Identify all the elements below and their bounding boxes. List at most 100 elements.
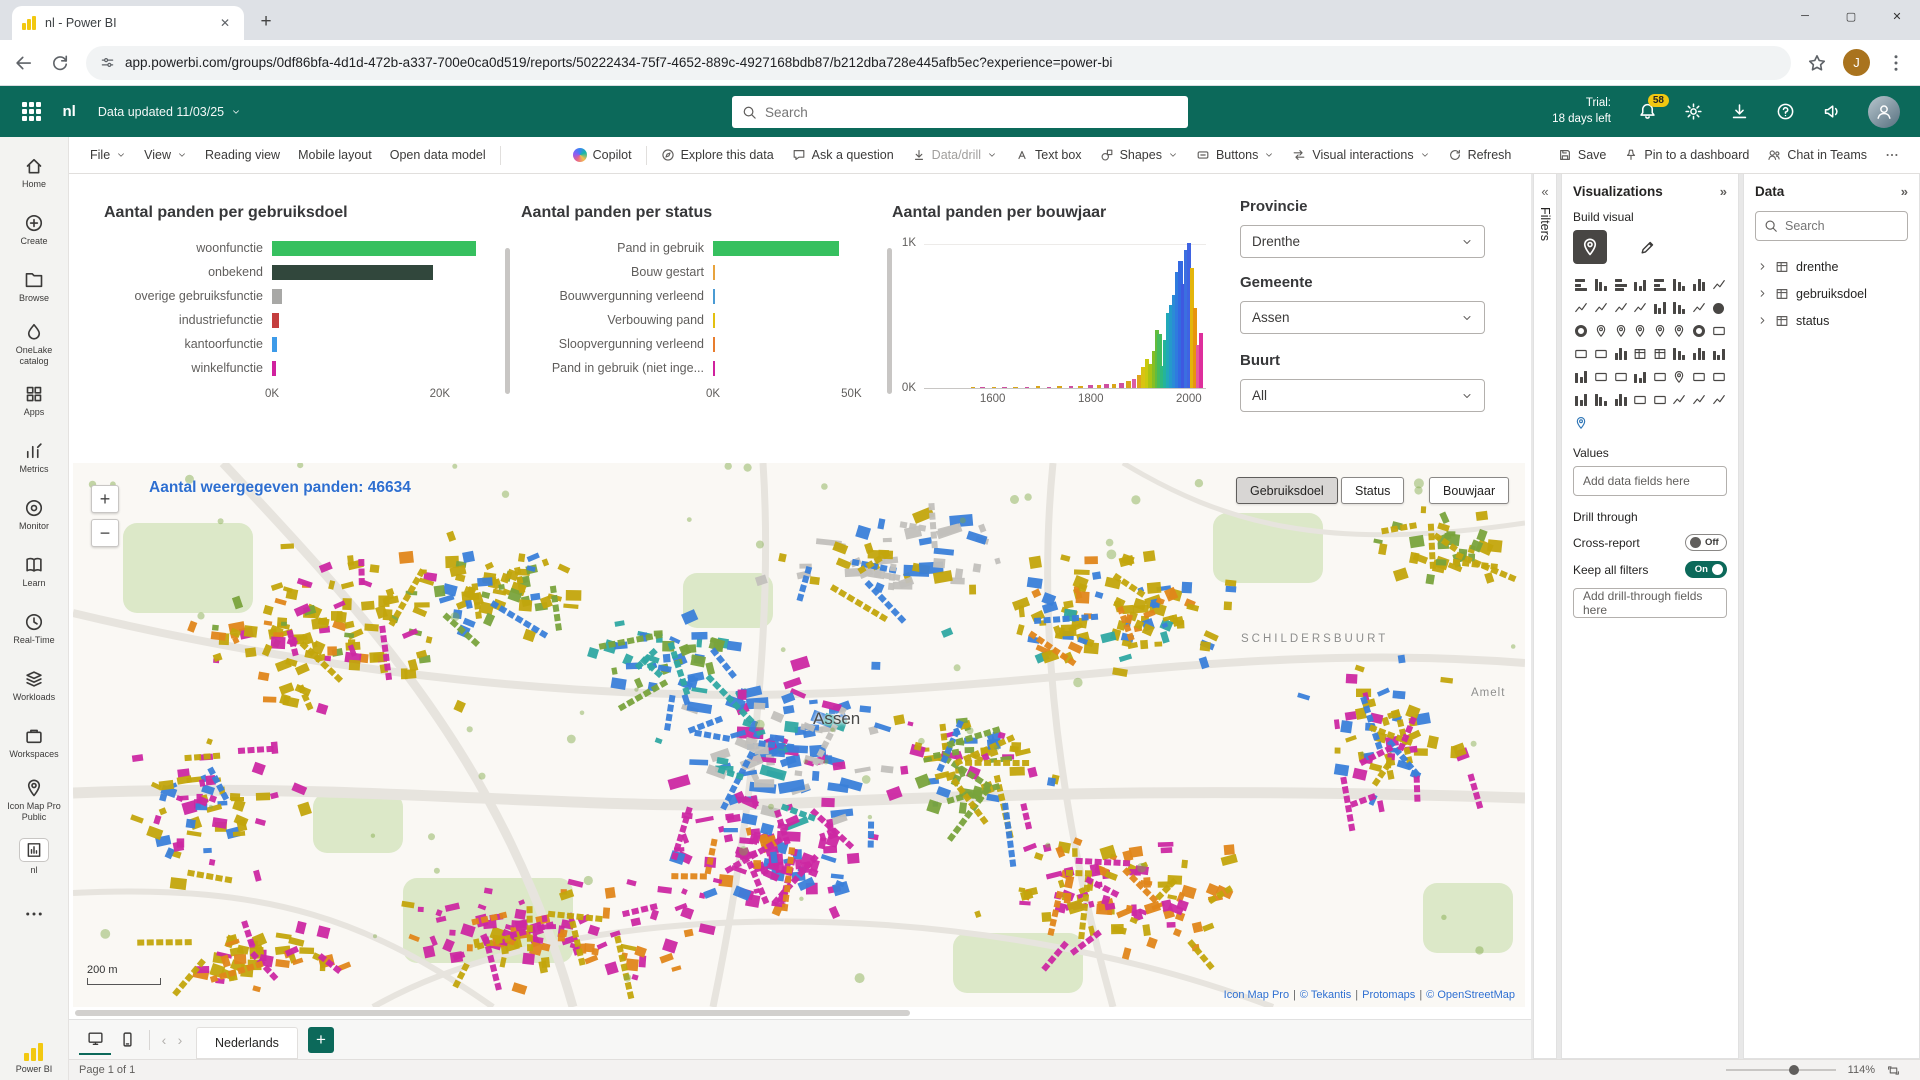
histogram-bar[interactable] (1013, 387, 1018, 388)
menu-item-more[interactable] (1876, 142, 1908, 168)
bar-row-sloopvergunning-verleend[interactable]: Sloopvergunning verleend (521, 332, 883, 356)
help-icon[interactable] (1776, 102, 1795, 121)
nav-item-real-time[interactable]: Real-Time (1, 601, 67, 657)
filters-expand-icon[interactable]: « (1541, 184, 1548, 199)
visual-bar-chart-gebruiksdoel[interactable]: Aantal panden per gebruiksdoel woonfunct… (104, 204, 502, 406)
visual-type-stacked-bar-chart[interactable] (1573, 276, 1590, 294)
notifications-bell-icon[interactable]: 58 (1638, 102, 1657, 121)
histogram-bar[interactable] (1199, 333, 1204, 388)
bar-row-pand-in-gebruik-niet-inge[interactable]: Pand in gebruik (niet inge... (521, 356, 883, 380)
visual-type-icon-map-pro[interactable] (1573, 414, 1590, 432)
address-bar[interactable]: app.powerbi.com/groups/0df86bfa-4d1d-472… (86, 46, 1791, 80)
visual-type-card[interactable] (1710, 322, 1727, 340)
visual-type-treemap[interactable] (1593, 322, 1610, 340)
menu-item-mobile-layout[interactable]: Mobile layout (289, 142, 381, 168)
collapse-panel-icon[interactable]: » (1720, 184, 1727, 199)
histogram-bar[interactable] (1132, 379, 1137, 388)
visual-type-area-chart[interactable] (1573, 299, 1590, 317)
visual-type-stacked-area-chart[interactable] (1593, 299, 1610, 317)
visual-type-ribbon-chart[interactable] (1691, 276, 1708, 294)
powerbi-footer-logo[interactable]: Power BI (16, 1043, 53, 1074)
keep-all-filters-toggle[interactable]: On (1685, 561, 1727, 578)
bar-row-bouwvergunning-verleend[interactable]: Bouwvergunning verleend (521, 284, 883, 308)
bar[interactable] (713, 241, 839, 256)
menu-item-visual-interactions[interactable]: Visual interactions (1283, 142, 1438, 168)
histogram-bar[interactable] (971, 387, 976, 388)
nav-item-metrics[interactable]: Metrics (1, 430, 67, 486)
add-drill-through-fields-well[interactable]: Add drill-through fields here (1573, 588, 1727, 618)
visual-type-qa-visual[interactable] (1593, 368, 1610, 386)
slicer-dropdown-buurt[interactable]: All (1240, 379, 1485, 412)
nav-item-create[interactable]: Create (1, 202, 67, 258)
fit-to-page-icon[interactable] (1887, 1064, 1900, 1077)
browser-menu-icon[interactable] (1886, 53, 1906, 73)
nav-item-more[interactable] (1, 886, 67, 942)
nav-item-nl[interactable]: nl (1, 829, 67, 885)
bar-row-winkelfunctie[interactable]: winkelfunctie (104, 356, 502, 380)
visual-type-100-stacked-column-chart[interactable] (1671, 276, 1688, 294)
histogram-bar[interactable] (1088, 385, 1093, 388)
visual-type-python-visual[interactable] (1691, 345, 1708, 363)
data-search-input[interactable] (1785, 219, 1920, 233)
histogram-bar[interactable] (1057, 386, 1062, 388)
menu-item-file[interactable]: File (81, 142, 135, 168)
add-page-button[interactable]: + (308, 1027, 334, 1053)
map-toggle-bouwjaar[interactable]: Bouwjaar (1429, 477, 1509, 504)
browser-profile-avatar[interactable]: J (1843, 49, 1870, 76)
app-launcher-icon[interactable] (22, 102, 41, 121)
bar[interactable] (272, 265, 433, 280)
menu-item-ask-a-question[interactable]: Ask a question (783, 142, 903, 168)
visual-type-100-stacked-bar-chart[interactable] (1652, 276, 1669, 294)
menu-item-explore-this-data[interactable]: Explore this data (652, 142, 783, 168)
site-info-icon[interactable] (100, 55, 115, 70)
map-toggle-gebruiksdoel[interactable]: Gebruiksdoel (1236, 477, 1338, 504)
menu-item-buttons[interactable]: Buttons (1187, 142, 1283, 168)
visual-type-scorecard[interactable] (1632, 391, 1649, 409)
visual-type-clustered-column-chart[interactable] (1632, 276, 1649, 294)
chevron-right-icon[interactable] (1757, 288, 1768, 299)
close-window-button[interactable]: ✕ (1874, 0, 1920, 32)
format-pencil-icon[interactable] (1639, 239, 1656, 256)
visual-type-scatter-chart[interactable] (1691, 299, 1708, 317)
visual-type-radar-chart[interactable] (1710, 391, 1727, 409)
canvas-horizontal-scrollbar[interactable] (75, 1010, 1515, 1016)
menu-item-shapes[interactable]: Shapes (1091, 142, 1187, 168)
visual-type-gauge[interactable] (1691, 322, 1708, 340)
desktop-view-icon[interactable] (79, 1025, 111, 1055)
visual-type-matrix[interactable] (1652, 345, 1669, 363)
nav-item-apps[interactable]: Apps (1, 373, 67, 429)
menu-item-data-drill[interactable]: Data/drill (903, 142, 1006, 168)
bar-row-pand-in-gebruik[interactable]: Pand in gebruik (521, 236, 883, 260)
map-attribution[interactable]: Icon Map Pro|© Tekantis|Protomaps|© Open… (1224, 989, 1515, 1001)
visual-type-list-slicer[interactable] (1612, 391, 1629, 409)
visual-type-donut-chart[interactable] (1573, 322, 1590, 340)
download-icon[interactable] (1730, 102, 1749, 121)
filters-pane-collapsed[interactable]: « Filters (1533, 174, 1557, 1059)
nav-item-learn[interactable]: Learn (1, 544, 67, 600)
browser-tab[interactable]: nl - Power BI ✕ (12, 6, 244, 40)
visual-type-waterfall-chart[interactable] (1652, 299, 1669, 317)
histogram-bar[interactable] (1036, 386, 1041, 388)
bar-row-industriefunctie[interactable]: industriefunctie (104, 308, 502, 332)
slicer-dropdown-gemeente[interactable]: Assen (1240, 301, 1485, 334)
menu-item-view[interactable]: View (135, 142, 196, 168)
histogram-bar[interactable] (1078, 386, 1083, 388)
nav-item-workloads[interactable]: Workloads (1, 658, 67, 714)
visual-type-sparkline-chart[interactable] (1671, 391, 1688, 409)
menu-item-refresh[interactable]: Refresh (1439, 142, 1521, 168)
map-toggle-status[interactable]: Status (1341, 477, 1404, 504)
bar-row-verbouwing-pand[interactable]: Verbouwing pand (521, 308, 883, 332)
zoom-slider[interactable] (1726, 1069, 1836, 1071)
nav-item-icon-map-pro-public[interactable]: Icon Map Pro Public (1, 772, 67, 828)
visual-type-sankey-chart[interactable] (1691, 391, 1708, 409)
visual-type-power-automate[interactable] (1710, 368, 1727, 386)
bar[interactable] (272, 241, 476, 256)
visual-type-power-apps[interactable] (1691, 368, 1708, 386)
bar[interactable] (713, 361, 715, 376)
page-nav-prev-icon[interactable]: ‹ (156, 1032, 172, 1048)
nav-item-browse[interactable]: Browse (1, 259, 67, 315)
bar-row-onbekend[interactable]: onbekend (104, 260, 502, 284)
histogram-bar[interactable] (1126, 381, 1131, 388)
minimize-button[interactable]: ─ (1782, 0, 1828, 32)
map-zoom-out-button[interactable]: − (91, 519, 119, 547)
